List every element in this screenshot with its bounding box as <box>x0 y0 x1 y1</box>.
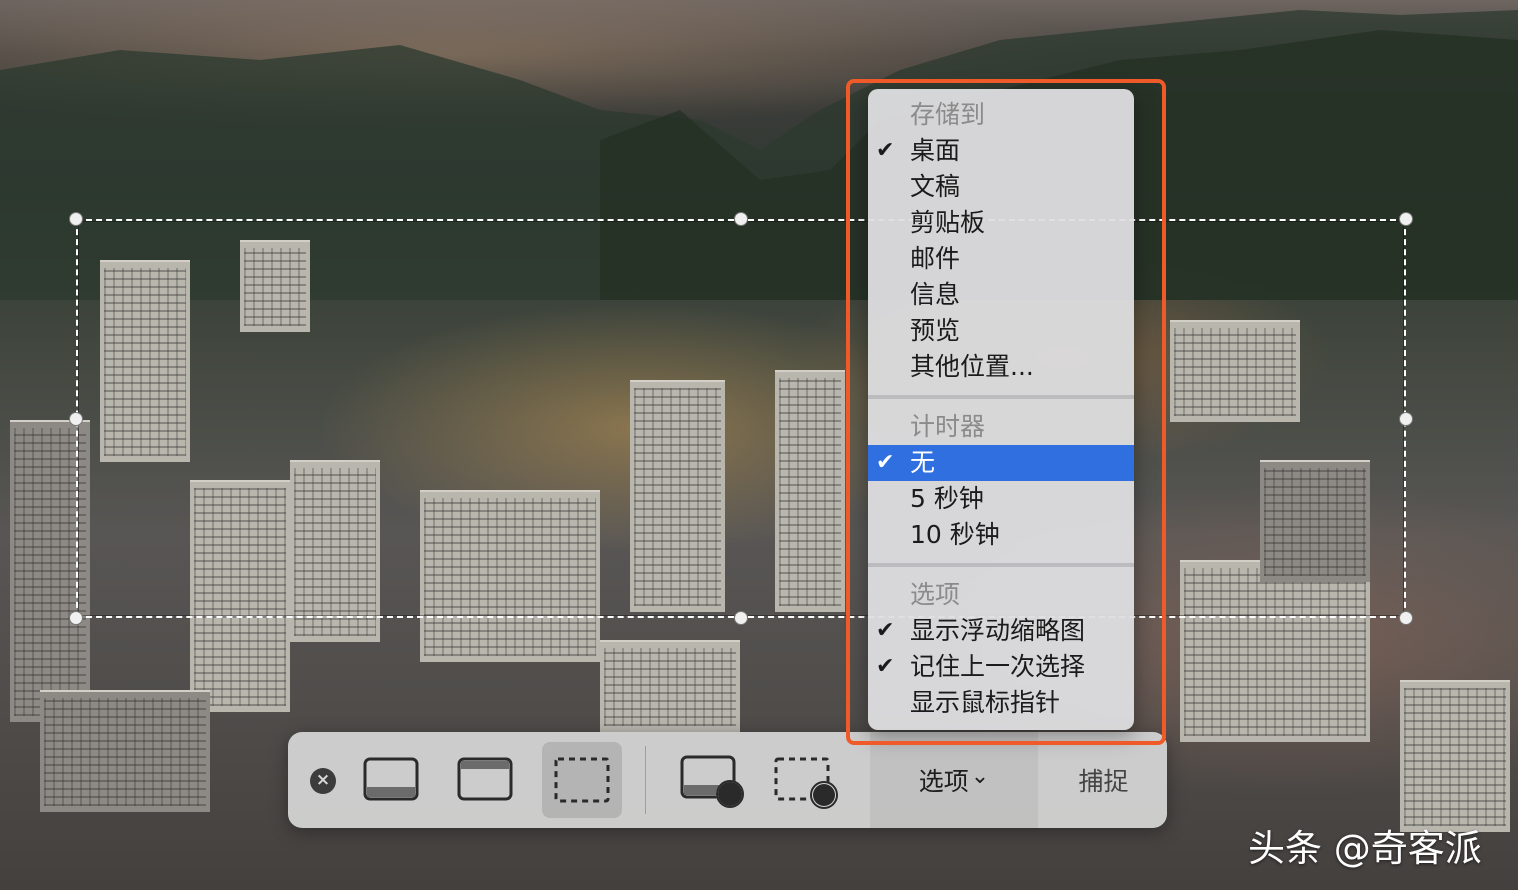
screenshot-toolbar: × 选项 ⌄ 捕捉 <box>288 732 1167 828</box>
display-record-icon <box>680 755 744 808</box>
resize-handle-bottom-middle[interactable] <box>734 611 748 625</box>
display-icon <box>363 757 419 801</box>
resize-handle-top-middle[interactable] <box>734 212 748 226</box>
capture-selection-button[interactable] <box>542 742 622 818</box>
window-icon <box>457 757 513 801</box>
dashed-rect-icon <box>554 757 610 803</box>
capture-label: 捕捉 <box>1078 767 1129 796</box>
toolbar-divider <box>645 746 646 814</box>
capture-button[interactable]: 捕捉 <box>1040 732 1167 828</box>
options-label: 选项 <box>918 767 969 796</box>
capture-window-button[interactable] <box>452 752 518 808</box>
watermark-text: 头条 @奇客派 <box>1248 827 1482 870</box>
capture-entire-screen-button[interactable] <box>358 752 424 808</box>
record-entire-screen-button[interactable] <box>678 752 748 812</box>
resize-handle-middle-left[interactable] <box>69 412 83 426</box>
options-button[interactable]: 选项 ⌄ <box>870 732 1038 828</box>
resize-handle-bottom-left[interactable] <box>69 611 83 625</box>
capture-selection-area[interactable] <box>76 219 1406 618</box>
resize-handle-middle-right[interactable] <box>1399 412 1413 426</box>
record-selection-button[interactable] <box>772 752 842 812</box>
chevron-down-icon: ⌄ <box>970 763 990 789</box>
resize-handle-top-left[interactable] <box>69 212 83 226</box>
dashed-rect-record-icon <box>774 757 838 809</box>
close-icon[interactable]: × <box>310 768 336 794</box>
resize-handle-bottom-right[interactable] <box>1399 611 1413 625</box>
resize-handle-top-right[interactable] <box>1399 212 1413 226</box>
annotation-highlight-box <box>846 79 1166 745</box>
